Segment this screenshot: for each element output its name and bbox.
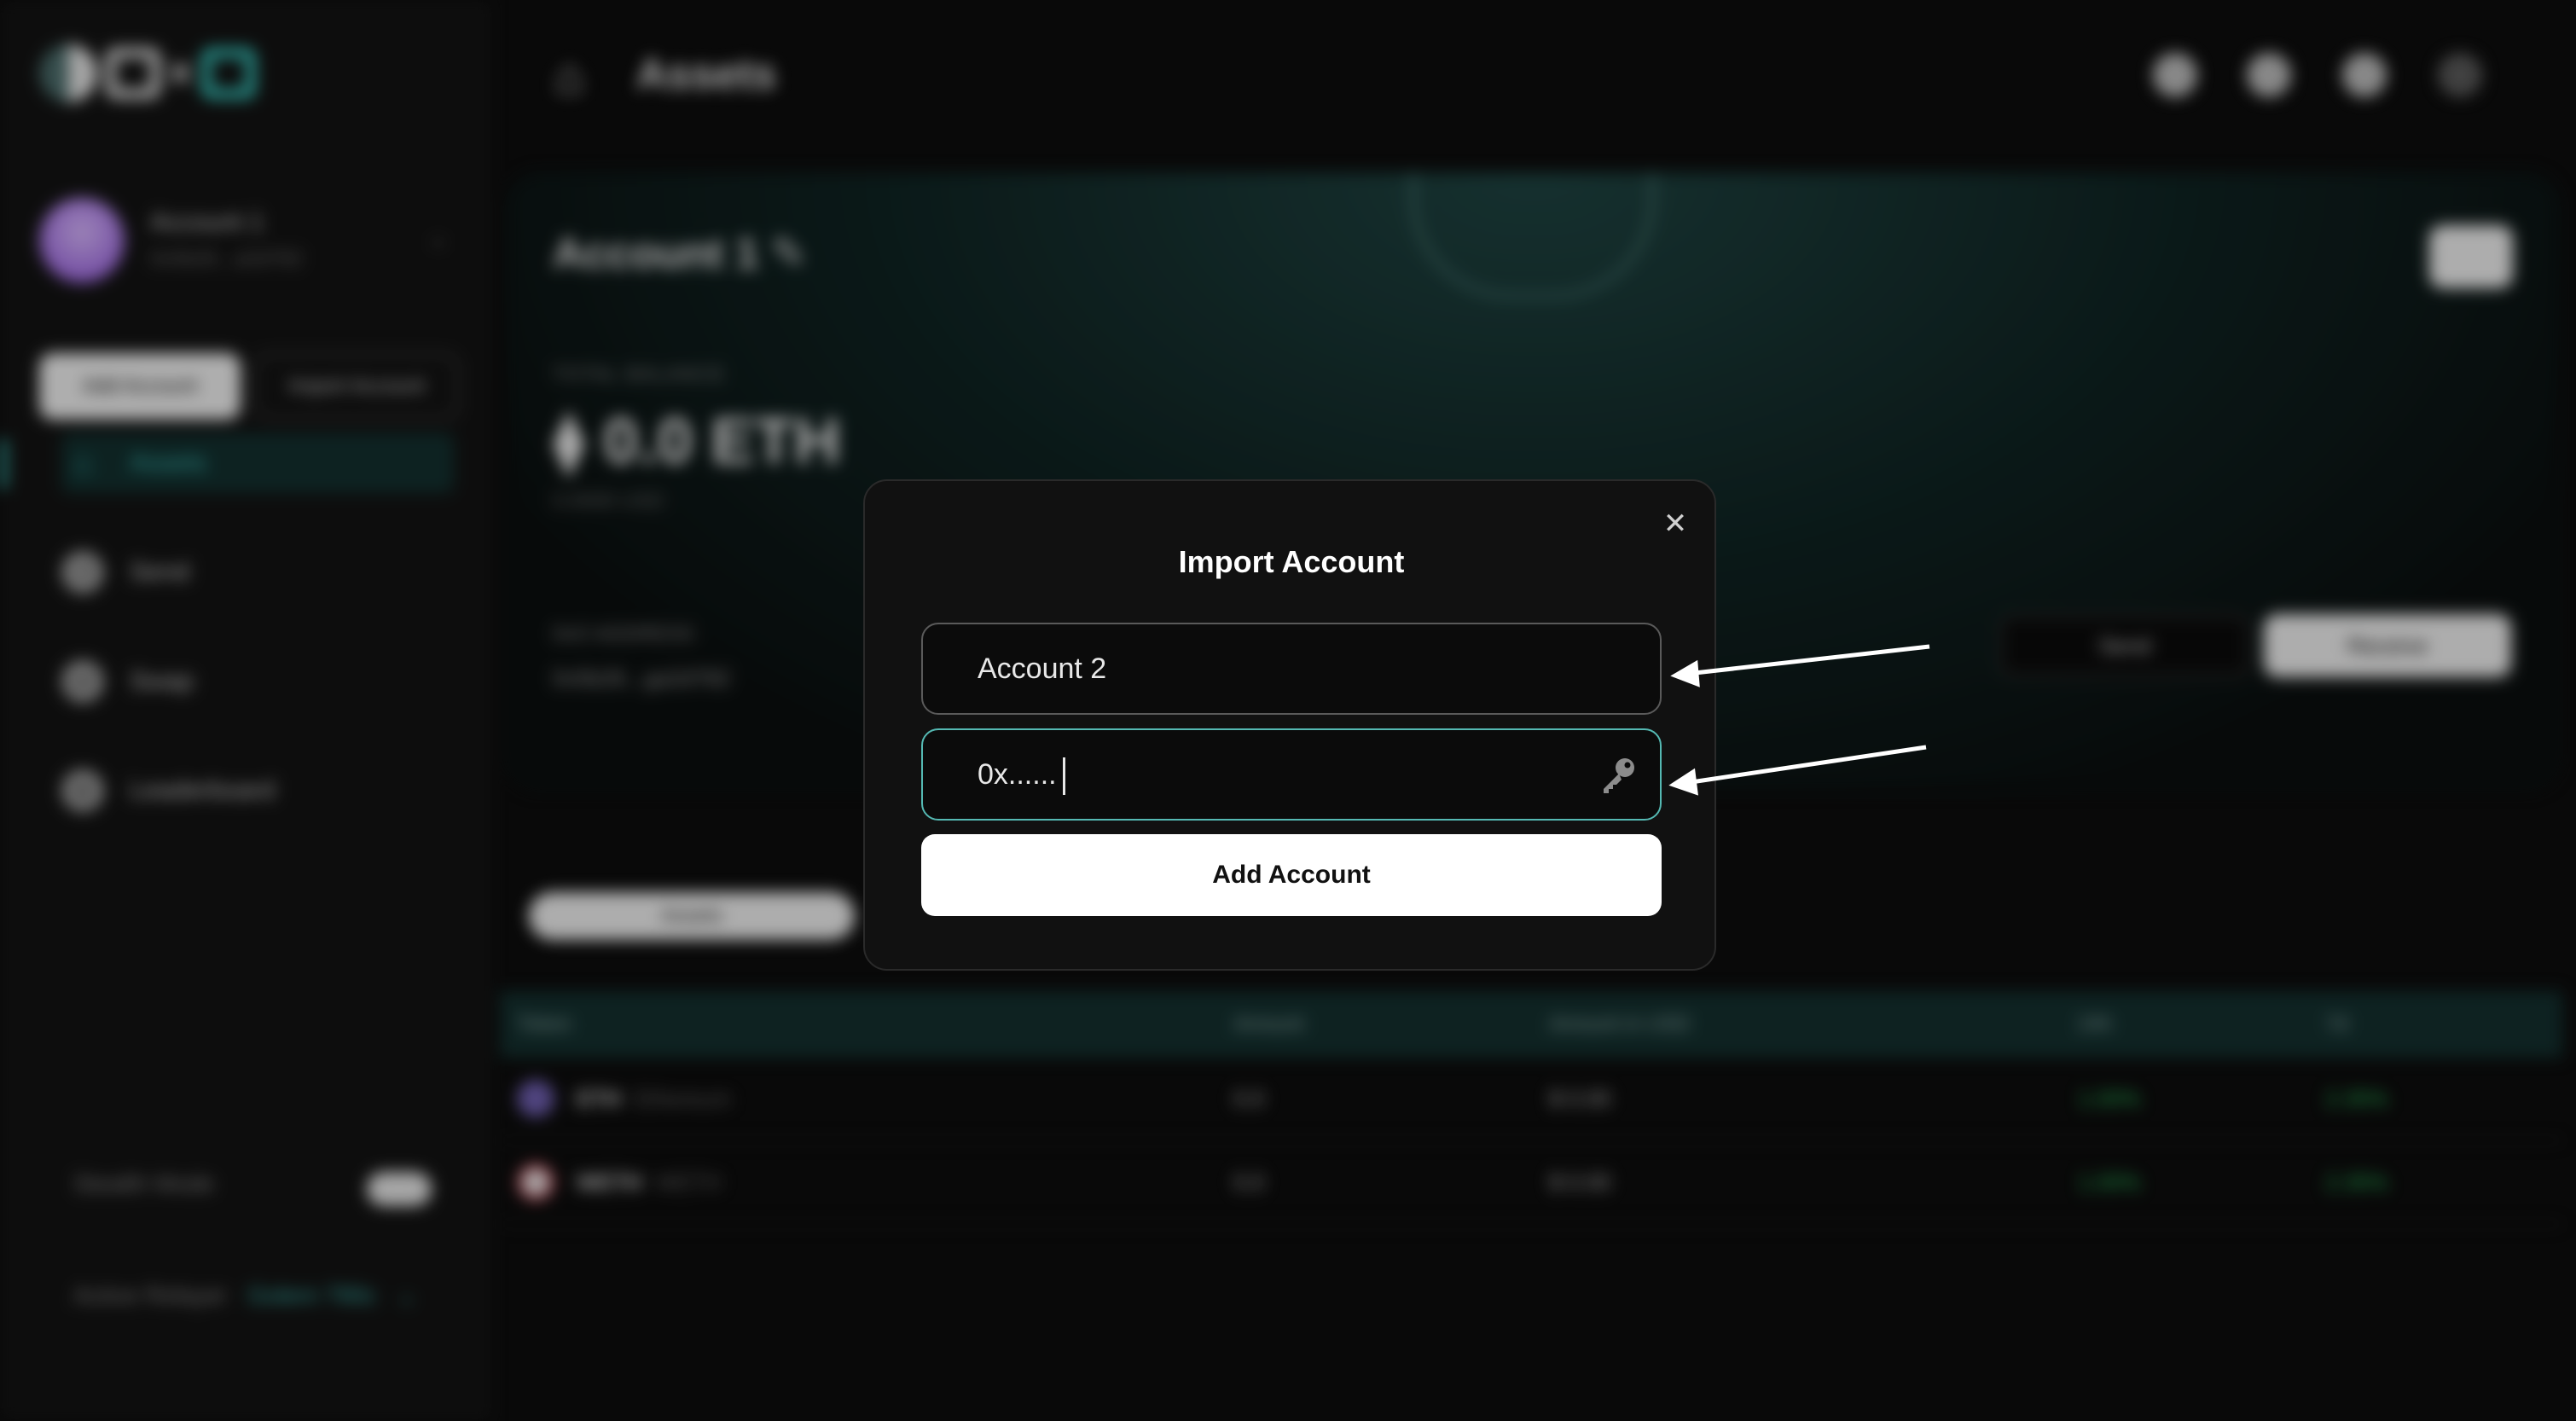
close-icon[interactable]: ✕ — [1658, 507, 1692, 541]
private-key-field[interactable] — [921, 728, 1662, 821]
private-key-input[interactable] — [923, 730, 1571, 819]
modal-title: Import Account — [1178, 544, 1405, 579]
account-name-input[interactable] — [923, 624, 1571, 713]
import-account-modal: ✕ Import Account Add Account — [863, 479, 1716, 971]
text-caret — [1063, 757, 1065, 795]
add-account-button[interactable]: Add Account — [921, 834, 1662, 916]
annotation-arrows — [1668, 644, 1930, 796]
account-name-field[interactable] — [921, 623, 1662, 715]
key-icon — [1604, 758, 1634, 793]
